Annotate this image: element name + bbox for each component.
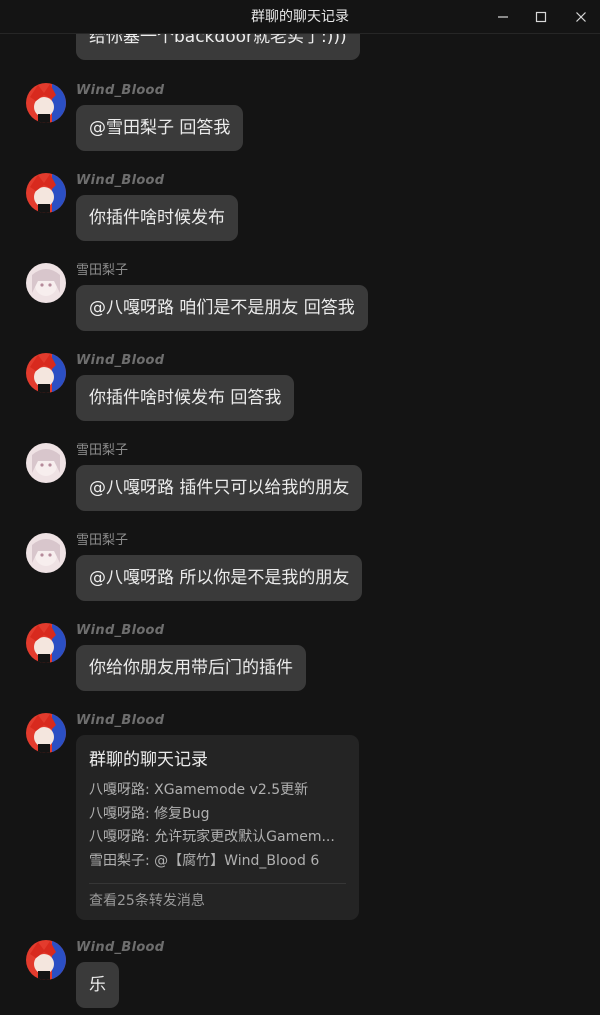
message-bubble[interactable]: 你插件啥时候发布 回答我 [76,375,295,421]
sender-name: Wind_Blood [76,353,165,368]
sender-name: 雪田梨子 [76,263,129,278]
avatar[interactable] [26,83,66,123]
message-bubble[interactable]: @八嘎呀路 所以你是不是我的朋友 [76,555,363,601]
divider [89,883,346,884]
message-bubble[interactable]: 乐 [76,962,119,1008]
avatar[interactable] [26,940,66,980]
message-bubble[interactable]: 你给你朋友用带后门的插件 [76,645,306,691]
avatar[interactable] [26,533,66,573]
sender-name: Wind_Blood [76,940,165,955]
message-bubble[interactable]: @八嘎呀路 插件只可以给我的朋友 [76,465,363,511]
view-forwarded-messages-link[interactable]: 查看25条转发消息 [89,889,205,913]
message-bubble[interactable]: @八嘎呀路 咱们是不是朋友 回答我 [76,285,368,331]
forward-preview-line: 雪田梨子: @【腐竹】Wind_Blood 6 [89,852,320,869]
maximize-icon[interactable] [522,0,560,34]
forward-card-title: 群聊的聊天记录 [89,750,208,770]
title-bar: 群聊的聊天记录 [0,0,600,34]
sender-name: Wind_Blood [76,713,165,728]
message-bubble[interactable]: @雪田梨子 回答我 [76,105,244,151]
sender-name: 雪田梨子 [76,533,129,548]
close-icon[interactable] [562,0,600,34]
avatar[interactable] [26,173,66,213]
avatar[interactable] [26,263,66,303]
message-bubble[interactable]: 你插件啥时候发布 [76,195,238,241]
forward-preview-line: 八嘎呀路: XGamemode v2.5更新 [89,782,309,798]
forwarded-chat-card[interactable]: 群聊的聊天记录 八嘎呀路: XGamemode v2.5更新 八嘎呀路: 修复B… [76,735,359,920]
sender-name: Wind_Blood [76,173,165,188]
message-bubble[interactable]: 给你塞一个backdoor就老实了:))) [76,34,360,60]
sender-name: Wind_Blood [76,83,165,98]
forward-preview-line: 八嘎呀路: 允许玩家更改默认Gamem... [89,829,335,845]
sender-name: Wind_Blood [76,623,165,638]
minimize-icon[interactable] [484,0,522,34]
avatar[interactable] [26,623,66,663]
sender-name: 雪田梨子 [76,443,129,458]
avatar[interactable] [26,713,66,753]
chat-history[interactable]: 给你塞一个backdoor就老实了:))) Wind_Blood @雪田梨子 回… [0,34,600,1015]
avatar[interactable] [26,353,66,393]
forward-preview-line: 八嘎呀路: 修复Bug [89,805,210,822]
avatar[interactable] [26,443,66,483]
